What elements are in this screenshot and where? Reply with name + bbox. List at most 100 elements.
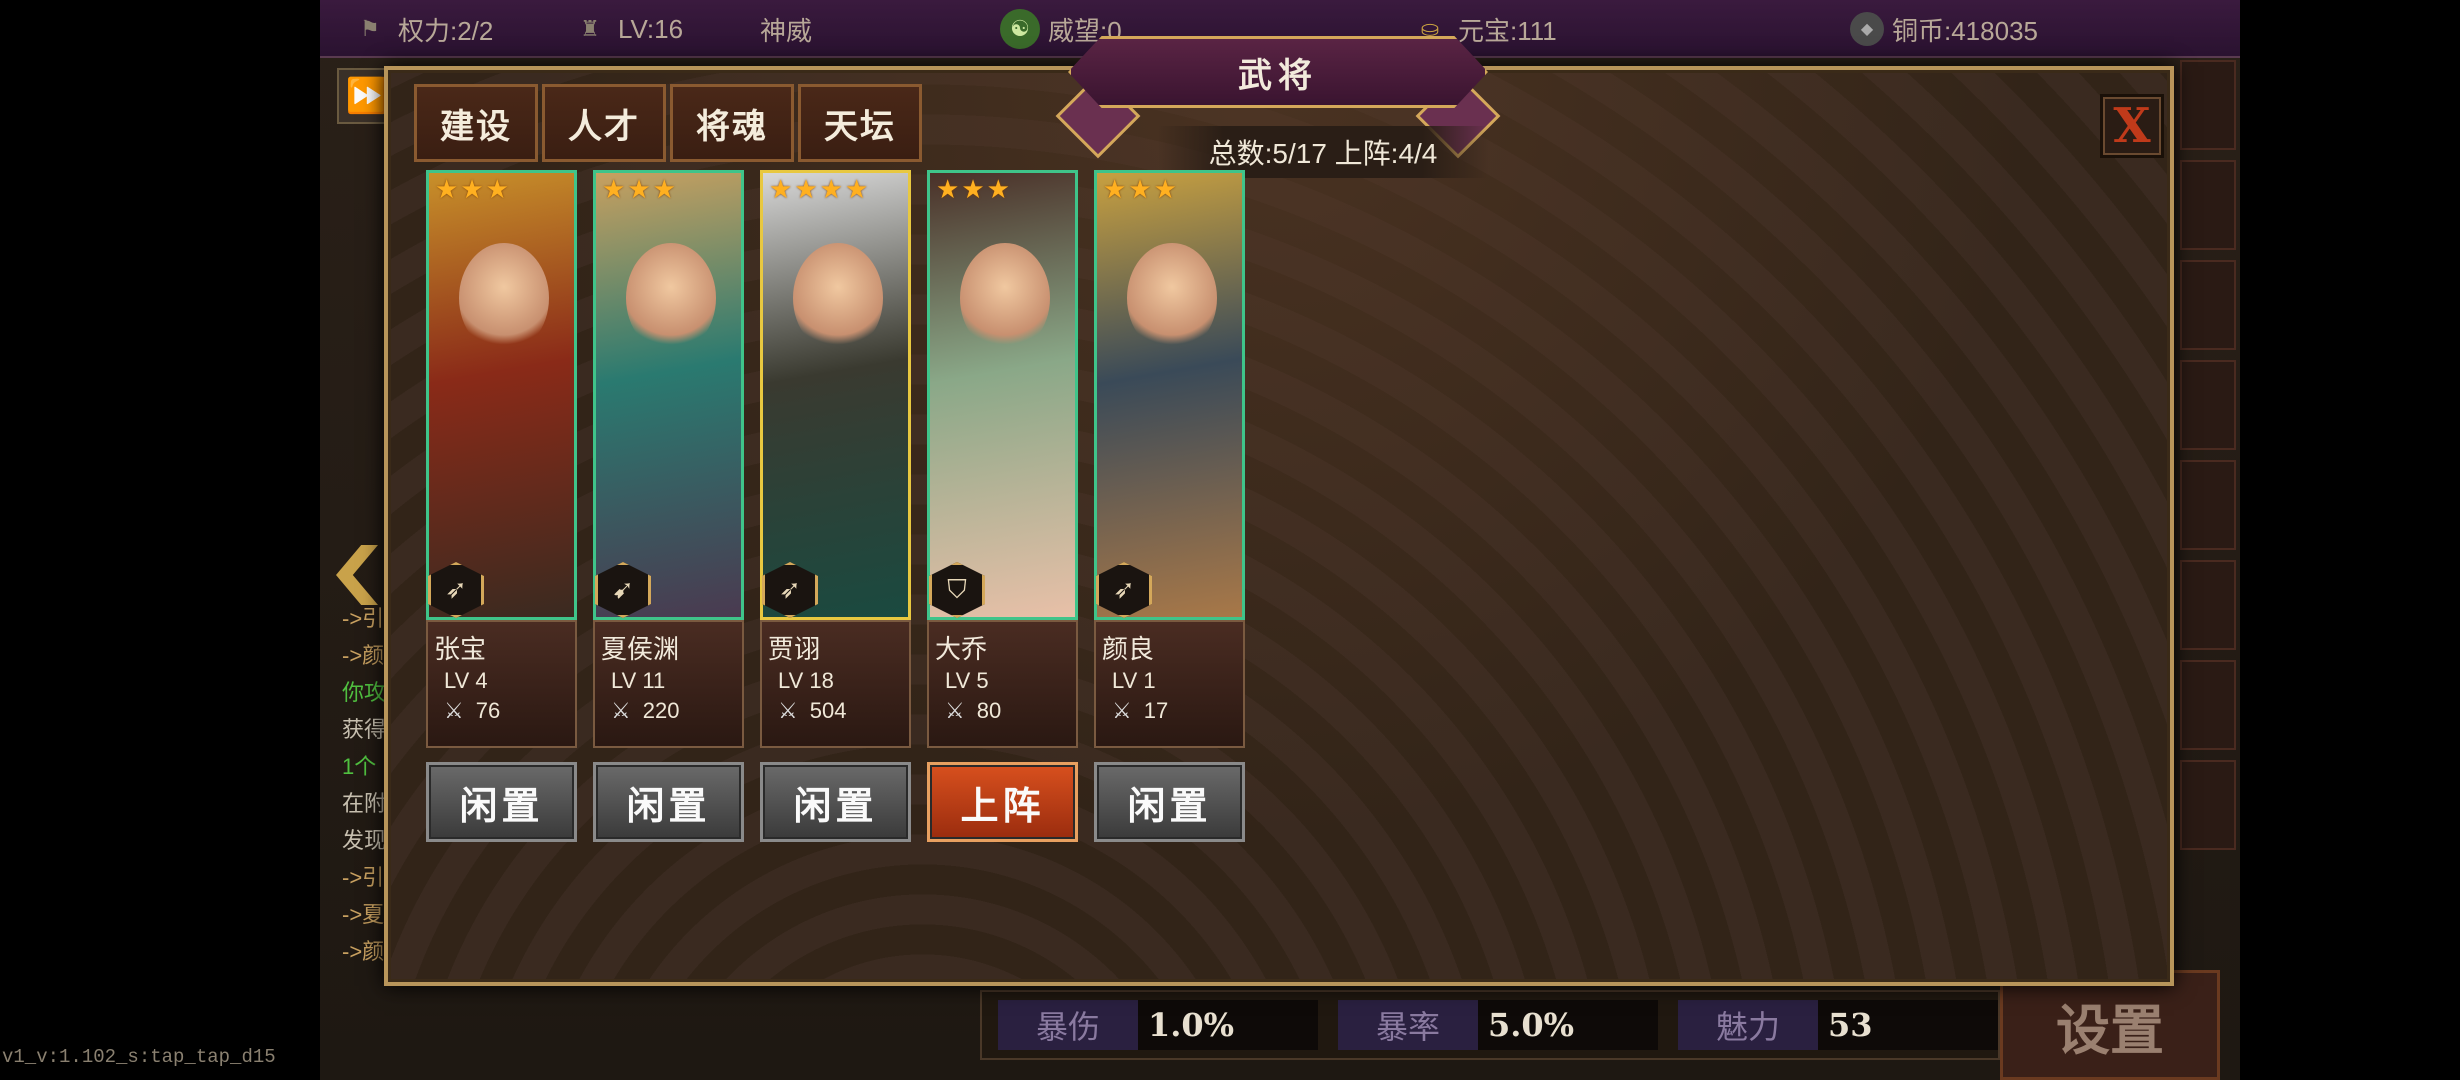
side-menu-slot[interactable]: [2180, 460, 2236, 550]
hero-card[interactable]: ★ ★ ★ ⛉ 大乔 LV 5 ⚔ 80 上阵: [927, 170, 1078, 842]
prestige-icon: ☯: [1000, 9, 1040, 49]
hero-level: LV 4: [444, 668, 488, 693]
rank-display: 神威: [760, 0, 812, 58]
hero-name: 夏侯渊: [601, 635, 680, 665]
log-line: 1个: [342, 754, 377, 779]
hero-status-button[interactable]: 闲置: [426, 762, 577, 842]
hero-info-panel: 张宝 LV 4 ⚔ 76: [426, 620, 577, 748]
stat-value: 53: [1818, 1000, 1998, 1050]
settings-button[interactable]: 设置: [2000, 970, 2220, 1080]
star-rating: ★ ★ ★: [936, 177, 1010, 203]
hero-face: [960, 243, 1050, 353]
hero-status-button[interactable]: 上阵: [927, 762, 1078, 842]
hero-level: LV 5: [945, 668, 989, 693]
star-icon: ★: [602, 175, 626, 205]
dialog-title: 武将: [1068, 36, 1488, 108]
hero-status-button[interactable]: 闲置: [760, 762, 911, 842]
shield-icon: ⛉: [947, 574, 967, 605]
hero-power-value: 504: [809, 698, 847, 723]
side-menu-slot[interactable]: [2180, 660, 2236, 750]
log-line: ->颜: [342, 643, 385, 668]
hero-status-button[interactable]: 闲置: [593, 762, 744, 842]
hero-name: 张宝: [434, 635, 487, 665]
version-label: v1_v:1.102_s:tap_tap_d15: [2, 1046, 276, 1068]
side-menu-slot[interactable]: [2180, 560, 2236, 650]
hero-portrait[interactable]: ★ ★ ★: [593, 170, 744, 620]
hero-name: 颜良: [1102, 635, 1155, 665]
star-icon: ★: [627, 175, 651, 205]
side-menu-slot[interactable]: [2180, 260, 2236, 350]
crossed-swords-icon: ⚔: [444, 698, 464, 723]
log-line: ->引: [342, 865, 385, 890]
stat-value: 1.0%: [1138, 1000, 1318, 1050]
hero-power-value: 76: [475, 698, 501, 723]
hero-card[interactable]: ★ ★ ★ ★ ➶ 贾诩 LV 18 ⚔ 504 闲置: [760, 170, 911, 842]
tab-altar[interactable]: 天坛: [798, 84, 922, 162]
side-menu-slot[interactable]: [2180, 360, 2236, 450]
coins-text: 铜币:418035: [1892, 15, 2038, 46]
crossed-swords-icon: ⚔: [778, 698, 798, 723]
hero-card[interactable]: ★ ★ ★ ➹ 夏侯渊 LV 11 ⚔ 220 闲置: [593, 170, 744, 842]
stat-charm: 魅力 53: [1678, 1000, 1998, 1050]
star-rating: ★ ★ ★: [1103, 177, 1177, 203]
generals-dialog: 武将 建设 人才 将魂 天坛 总数:5/17 上阵:4/4 X ★ ★ ★ ➶ 张宝…: [384, 36, 2174, 986]
portrait-art: [1097, 173, 1242, 617]
log-line: ->颜: [342, 939, 385, 964]
tab-build[interactable]: 建设: [414, 84, 538, 162]
hero-card[interactable]: ★ ★ ★ ➶ 颜良 LV 1 ⚔ 17 闲置: [1094, 170, 1245, 842]
coins-display: ◆ 铜币:418035: [1850, 0, 2038, 58]
right-side-menu: [2180, 60, 2240, 960]
hero-portrait[interactable]: ★ ★ ★: [1094, 170, 1245, 620]
star-rating: ★ ★ ★ ★: [769, 177, 868, 203]
spear-icon: ➶: [445, 575, 467, 605]
star-icon: ★: [819, 175, 843, 205]
star-icon: ★: [1103, 175, 1127, 205]
side-menu-slot[interactable]: [2180, 160, 2236, 250]
bow-icon: ➹: [612, 575, 634, 605]
side-menu-slot[interactable]: [2180, 60, 2236, 150]
hero-portrait[interactable]: ★ ★ ★ ★: [760, 170, 911, 620]
star-icon: ★: [652, 175, 676, 205]
hero-power: ⚔ 76: [434, 696, 569, 726]
hero-name: 贾诩: [768, 635, 821, 665]
left-arrow-icon[interactable]: [336, 545, 378, 605]
star-icon: ★: [1153, 175, 1177, 205]
hero-power: ⚔ 80: [935, 696, 1070, 726]
crossed-swords-icon: ⚔: [945, 698, 965, 723]
hero-face: [1127, 243, 1217, 353]
star-icon: ★: [435, 175, 459, 205]
hero-power: ⚔ 504: [768, 696, 903, 726]
hero-info-panel: 颜良 LV 1 ⚔ 17: [1094, 620, 1245, 748]
coin-icon: ◆: [1850, 12, 1884, 46]
close-button[interactable]: X: [2100, 94, 2164, 158]
power-display: ⚑ 权力:2/2: [350, 0, 493, 58]
log-line: 发现: [342, 828, 387, 853]
side-menu-slot[interactable]: [2180, 760, 2236, 850]
hero-face: [793, 243, 883, 353]
star-icon: ★: [936, 175, 960, 205]
hero-power-value: 220: [642, 698, 680, 723]
hero-portrait[interactable]: ★ ★ ★: [927, 170, 1078, 620]
log-line: 获得: [342, 717, 387, 742]
star-icon: ★: [961, 175, 985, 205]
portrait-art: [930, 173, 1075, 617]
hero-card[interactable]: ★ ★ ★ ➶ 张宝 LV 4 ⚔ 76 闲置: [426, 170, 577, 842]
tab-talent[interactable]: 人才: [542, 84, 666, 162]
rank-text: 神威: [760, 15, 813, 46]
portrait-art: [596, 173, 741, 617]
tab-soul[interactable]: 将魂: [670, 84, 794, 162]
level-text: LV:16: [618, 13, 684, 44]
hero-portrait[interactable]: ★ ★ ★: [426, 170, 577, 620]
star-icon: ★: [1128, 175, 1152, 205]
log-line: ->夏: [342, 902, 385, 927]
hero-info-panel: 夏侯渊 LV 11 ⚔ 220: [593, 620, 744, 748]
star-rating: ★ ★ ★: [435, 177, 509, 203]
hero-power-value: 80: [976, 698, 1002, 723]
star-icon: ★: [769, 175, 793, 205]
crossed-swords-icon: ⚔: [1112, 698, 1132, 723]
star-icon: ★: [986, 175, 1010, 205]
hero-status-button[interactable]: 闲置: [1094, 762, 1245, 842]
hero-level: LV 1: [1112, 668, 1156, 693]
star-icon: ★: [460, 175, 484, 205]
log-line: 在附: [342, 791, 387, 816]
